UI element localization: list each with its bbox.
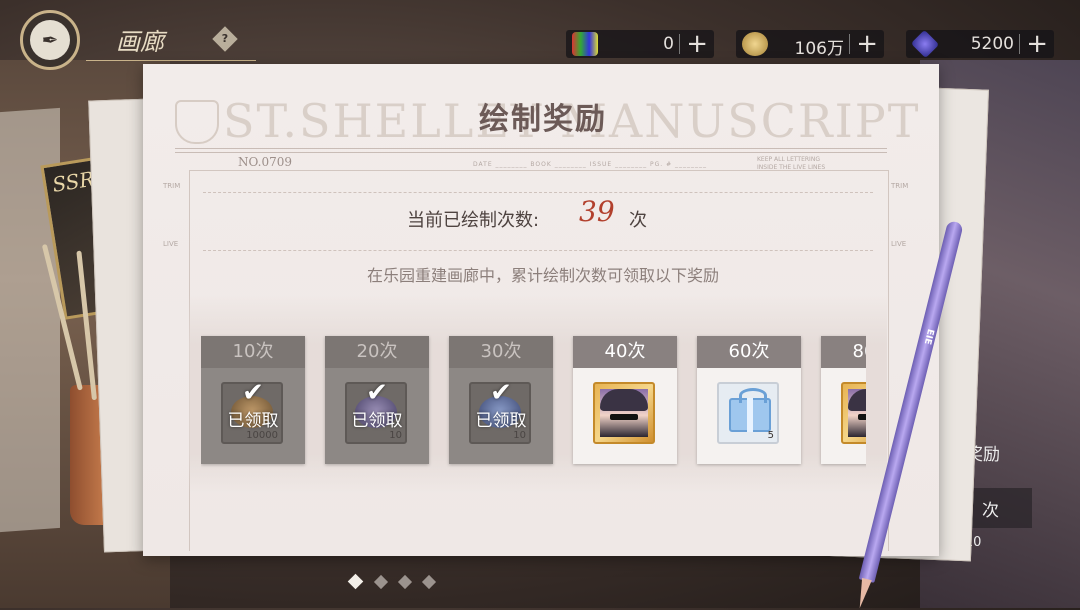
add-paint-button[interactable]: +: [686, 30, 708, 58]
crest-icon: [175, 100, 219, 144]
resource-coin-value: 106万: [794, 39, 844, 59]
claimed-status: ✔ 已领取: [449, 378, 553, 431]
reward-list[interactable]: 10次 10000 ✔ 已领取 20次 10 ✔ 已领取 30次 10 ✔ 已领…: [201, 334, 866, 470]
resource-gem-value: 5200: [970, 34, 1014, 54]
form-number: NO.0709: [238, 155, 292, 169]
check-icon: ✔: [366, 378, 388, 408]
draw-count-unit: 次: [629, 210, 647, 231]
page-dot-2[interactable]: [373, 574, 389, 590]
page-dot-3[interactable]: [397, 574, 413, 590]
avatar-frame-icon[interactable]: [593, 382, 655, 444]
reward-description: 在乐园重建画廊中，累计绘制次数可领取以下奖励: [366, 266, 719, 285]
coin-icon: [742, 32, 768, 56]
milestone-card-10[interactable]: 10次 10000 ✔ 已领取: [201, 336, 305, 464]
milestone-card-40[interactable]: 40次: [573, 336, 677, 464]
gift-box-icon[interactable]: 5: [717, 382, 779, 444]
gem-icon: [910, 29, 940, 59]
milestone-label: 40次: [573, 336, 677, 368]
divider: [175, 152, 887, 153]
right-draw-label: 次: [982, 501, 999, 521]
milestone-label: 20次: [325, 336, 429, 368]
milestone-label: 10次: [201, 336, 305, 368]
check-icon: ✔: [490, 378, 512, 408]
item-quantity: 10: [389, 430, 402, 441]
resource-coin: 106万 +: [736, 30, 884, 59]
help-icon[interactable]: ?: [212, 26, 238, 52]
side-tag: TRIM: [891, 182, 909, 190]
item-quantity: 10: [513, 430, 526, 441]
ssr-card-label: SSR: [50, 166, 96, 197]
paint-icon: [572, 32, 598, 56]
milestone-label: 80次: [821, 336, 866, 368]
check-icon: ✔: [242, 378, 264, 408]
claimed-status: ✔ 已领取: [201, 378, 305, 431]
quill-icon: ✒: [30, 20, 70, 60]
dialog-title: 绘制奖励: [479, 102, 607, 137]
claimed-status: ✔ 已领取: [325, 378, 429, 431]
item-quantity: 10000: [246, 430, 278, 441]
sunglasses-icon: [858, 414, 866, 420]
avatar: [600, 389, 648, 437]
draw-count-label: 当前已绘制次数:: [407, 210, 540, 231]
page-dot-1[interactable]: [347, 573, 364, 590]
milestone-card-30[interactable]: 30次 10 ✔ 已领取: [449, 336, 553, 464]
avatar-frame-icon[interactable]: [841, 382, 866, 444]
resource-gem: 5200 +: [906, 29, 1054, 59]
side-tag: TRIM: [163, 182, 181, 190]
milestone-label: 60次: [697, 336, 801, 368]
draw-count-value: 39: [579, 195, 615, 228]
reward-dialog: ST.SHELLEY MANUSCRIPT 绘制奖励 NO.0709 DATE …: [143, 64, 939, 556]
top-bar: ✒ 画廊 ? 0 + 106万 + 5200 +: [0, 0, 1080, 70]
add-coin-button[interactable]: +: [856, 30, 878, 58]
page-dot-4[interactable]: [421, 574, 437, 590]
side-tag: LIVE: [891, 240, 907, 248]
form-fields: DATE ________ BOOK ________ ISSUE ______…: [473, 161, 708, 168]
milestone-label: 30次: [449, 336, 553, 368]
milestone-card-20[interactable]: 20次 10 ✔ 已领取: [325, 336, 429, 464]
divider: [175, 148, 887, 149]
page-title: 画廊: [116, 28, 164, 56]
add-gem-button[interactable]: +: [1026, 30, 1048, 58]
right-draw-button: 次: [970, 488, 1032, 528]
back-button[interactable]: ✒: [20, 10, 80, 70]
resource-paint: 0 +: [566, 30, 714, 58]
milestone-card-60[interactable]: 60次 5: [697, 336, 801, 464]
resource-paint-value: 0: [663, 34, 674, 54]
pen-label: EIE: [921, 327, 936, 346]
milestone-card-80[interactable]: 80次: [821, 336, 866, 464]
avatar: [848, 389, 866, 437]
item-quantity: 5: [767, 430, 774, 441]
sunglasses-icon: [610, 414, 638, 420]
side-tag: LIVE: [163, 240, 179, 248]
